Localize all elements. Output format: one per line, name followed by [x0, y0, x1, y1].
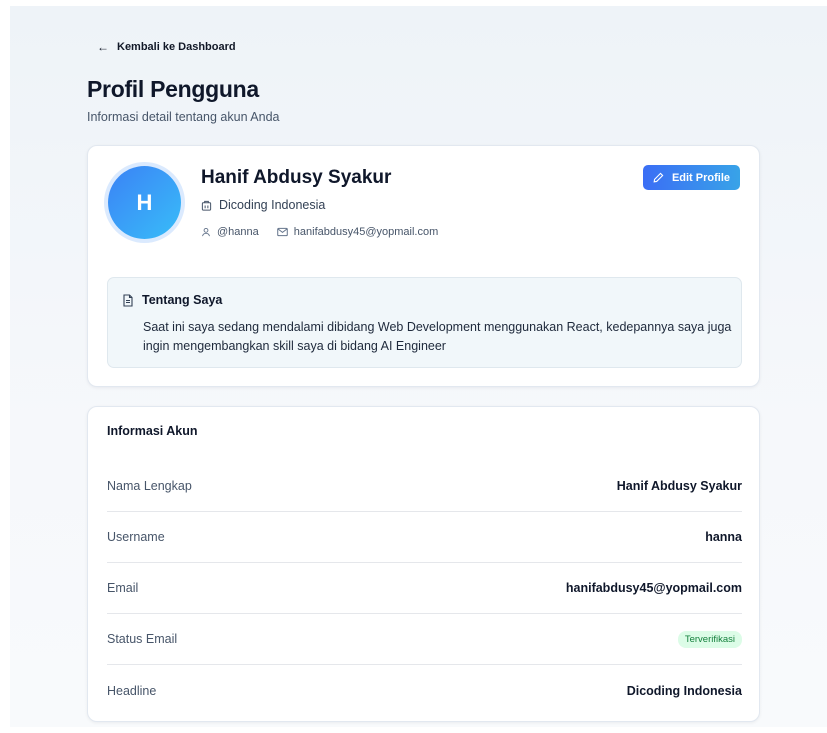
row-value: hanifabdusy45@yopmail.com	[565, 581, 742, 595]
row-value: hanna	[705, 530, 742, 544]
email-text: hanifabdusy45@yopmail.com	[293, 226, 439, 238]
document-icon	[122, 293, 134, 307]
row-label: Email	[107, 581, 139, 595]
page-title: Profil Pengguna	[87, 76, 259, 102]
info-row-headline: Headline Dicoding Indonesia	[107, 665, 742, 716]
account-info-list: Nama Lengkap Hanif Abdusy Syakur Usernam…	[107, 461, 742, 716]
verified-status-badge: Terverifikasi	[677, 630, 742, 648]
profile-name: Hanif Abdusy Syakur	[201, 167, 392, 188]
back-label: Kembali ke Dashboard	[117, 41, 236, 53]
arrow-left-icon: ←	[97, 40, 109, 54]
info-row-username: Username hanna	[107, 512, 742, 563]
about-heading: Tentang Saya	[122, 293, 222, 307]
account-info-card: Informasi Akun Nama Lengkap Hanif Abdusy…	[87, 406, 760, 722]
back-to-dashboard-link[interactable]: ← Kembali ke Dashboard	[97, 41, 236, 53]
profile-organization: Dicoding Indonesia	[201, 198, 325, 212]
avatar: H	[108, 166, 181, 239]
row-label: Nama Lengkap	[107, 479, 192, 493]
info-row-email-status: Status Email Terverifikasi	[107, 614, 742, 665]
mail-icon	[276, 227, 288, 237]
edit-profile-button[interactable]: Edit Profile	[642, 165, 740, 190]
about-title: Tentang Saya	[142, 293, 223, 307]
about-section: Tentang Saya Saat ini saya sedang mendal…	[107, 277, 742, 368]
row-label: Headline	[107, 683, 157, 698]
profile-meta: @hanna hanifabdusy45@yopmail.com	[201, 226, 438, 238]
account-info-title: Informasi Akun	[107, 424, 198, 438]
info-row-email: Email hanifabdusy45@yopmail.com	[107, 563, 742, 614]
about-text: Saat ini saya sedang mendalami dibidang …	[143, 320, 732, 353]
pencil-icon	[653, 172, 664, 183]
username-text: @hanna	[217, 226, 259, 238]
avatar-initial: H	[136, 189, 153, 215]
profile-card: H Hanif Abdusy Syakur Dicoding Indonesia…	[87, 145, 760, 387]
user-icon	[201, 227, 211, 237]
row-value: Dicoding Indonesia	[626, 683, 742, 698]
info-row-full-name: Nama Lengkap Hanif Abdusy Syakur	[107, 461, 742, 512]
page-subtitle: Informasi detail tentang akun Anda	[87, 110, 280, 124]
profile-page: ← Kembali ke Dashboard Profil Pengguna I…	[10, 6, 827, 727]
row-label: Username	[107, 530, 165, 544]
row-value: Hanif Abdusy Syakur	[616, 479, 742, 493]
edit-profile-label: Edit Profile	[671, 171, 730, 184]
building-icon	[201, 200, 212, 211]
organization-text: Dicoding Indonesia	[219, 198, 326, 212]
row-label: Status Email	[107, 632, 178, 646]
